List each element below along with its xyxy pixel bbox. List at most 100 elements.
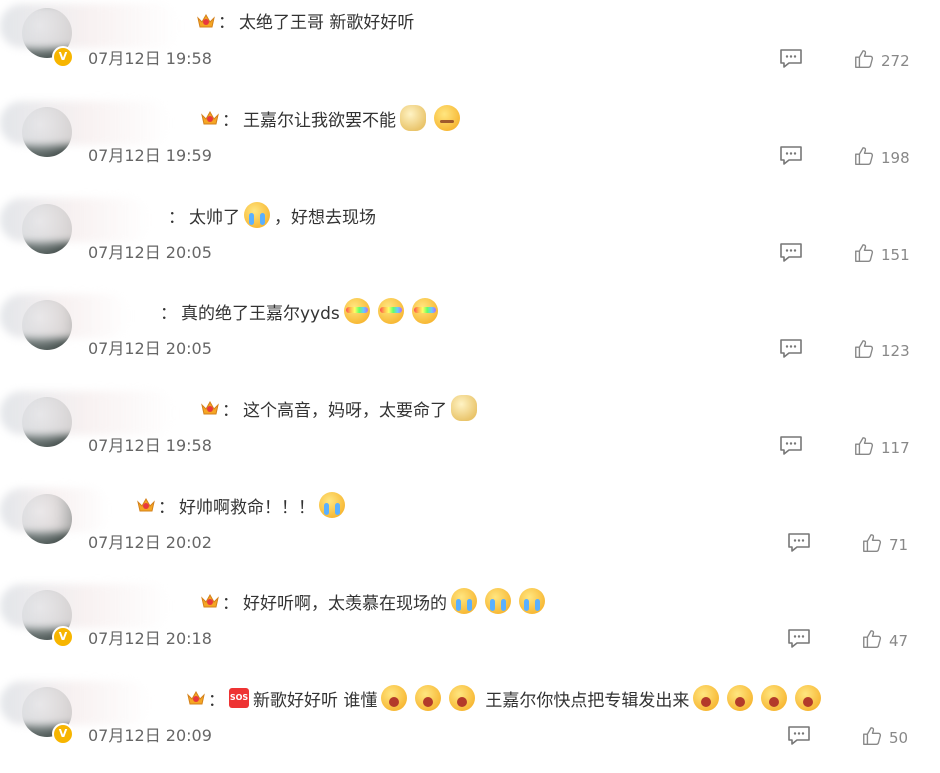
cry-emoji-icon — [244, 202, 270, 228]
username-redacted[interactable] — [0, 4, 180, 48]
comment-body: 这个高音，妈呀，太要命了 — [243, 400, 447, 421]
username-redacted[interactable] — [0, 198, 150, 242]
comment-timestamp: 07月12日 20:02 — [88, 533, 212, 552]
smirk-emoji-icon — [434, 105, 460, 131]
colon-separator: ： — [222, 400, 239, 421]
colon-separator: ： — [208, 690, 225, 711]
sos-icon: SOS — [229, 688, 249, 708]
comment-text: ：好好听啊，太羡慕在现场的 — [200, 588, 549, 614]
like-button[interactable]: 151 — [853, 242, 910, 268]
thumbs-up-icon — [853, 242, 875, 268]
like-button[interactable]: 123 — [853, 338, 910, 364]
comment-text: ：这个高音，妈呀，太要命了 — [200, 395, 481, 421]
comment-item: V ： SOS 新歌好好听 谁懂 王嘉尔你快点把专辑发出来 07月12日 20:09 50 — [0, 677, 940, 773]
thumbs-up-icon — [853, 48, 875, 74]
comment-text: ：太绝了王哥 新歌好好听 — [196, 8, 414, 33]
fan-crown-icon — [200, 399, 220, 417]
reply-comment-icon[interactable] — [779, 48, 803, 70]
comment-timestamp: 07月12日 20:05 — [88, 243, 212, 262]
comment-body: 真的绝了王嘉尔yyds — [181, 303, 340, 324]
comment-body: 太帅了 — [189, 207, 240, 228]
fan-crown-icon — [200, 109, 220, 127]
scream-emoji-icon — [415, 685, 442, 711]
colon-separator: ： — [168, 207, 185, 228]
comment-item: ：真的绝了王嘉尔yyds 07月12日 20:05 123 — [0, 290, 940, 386]
fan-crown-icon — [196, 12, 216, 30]
like-button[interactable]: 71 — [861, 532, 908, 558]
verified-badge-icon: V — [52, 46, 74, 68]
reply-comment-icon[interactable] — [779, 338, 803, 360]
cry-emoji-icon — [485, 588, 511, 614]
comment-item: V ：太绝了王哥 新歌好好听 07月12日 19:58 272 — [0, 0, 940, 96]
comment-body: 新歌好好听 谁懂 — [253, 690, 378, 711]
username-redacted[interactable] — [0, 294, 130, 338]
scream-emoji-icon — [727, 685, 754, 711]
like-button[interactable]: 117 — [853, 435, 910, 461]
comment-text: ： SOS 新歌好好听 谁懂 王嘉尔你快点把专辑发出来 — [186, 685, 825, 711]
comment-text: ：好帅啊救命！！！ — [136, 492, 349, 518]
comment-body: 好帅啊救命！！！ — [179, 497, 315, 518]
like-button[interactable]: 47 — [861, 628, 908, 654]
colon-separator: ： — [160, 303, 177, 324]
like-button[interactable]: 272 — [853, 48, 910, 74]
like-button[interactable]: 50 — [861, 725, 908, 751]
comment-timestamp: 07月12日 19:58 — [88, 436, 212, 455]
like-count: 50 — [889, 729, 909, 747]
reply-comment-icon[interactable] — [779, 242, 803, 264]
username-redacted[interactable] — [0, 101, 170, 145]
reply-comment-icon[interactable] — [787, 532, 811, 554]
reply-comment-icon[interactable] — [779, 145, 803, 167]
comment-body-continuation: 王嘉尔你快点把专辑发出来 — [485, 690, 690, 711]
like-count: 123 — [881, 342, 910, 360]
verified-badge-icon: V — [52, 723, 74, 745]
username-redacted[interactable] — [0, 584, 170, 628]
colon-separator: ： — [158, 497, 175, 518]
thumbs-up-icon — [861, 725, 883, 751]
thumbs-up-icon — [861, 628, 883, 654]
username-redacted[interactable] — [0, 488, 110, 532]
fan-crown-icon — [200, 592, 220, 610]
comment-body-suffix: ，好想去现场 — [274, 207, 376, 228]
comment-item: ：太帅了 ，好想去现场 07月12日 20:05 151 — [0, 194, 940, 290]
doge-emoji-icon — [400, 105, 426, 131]
fan-crown-icon — [186, 689, 206, 707]
comment-body: 太绝了王哥 新歌好好听 — [239, 13, 415, 33]
like-button[interactable]: 198 — [853, 145, 910, 171]
reply-comment-icon[interactable] — [787, 725, 811, 747]
verified-badge-icon: V — [52, 626, 74, 648]
comment-body: 好好听啊，太羡慕在现场的 — [243, 593, 447, 614]
like-count: 272 — [881, 52, 910, 70]
comment-text: ：真的绝了王嘉尔yyds — [160, 298, 442, 324]
comment-item: ：王嘉尔让我欲罢不能 07月12日 19:59 198 — [0, 97, 940, 193]
rainbow-emoji-icon — [411, 298, 438, 324]
like-count: 198 — [881, 149, 910, 167]
like-count: 71 — [889, 536, 909, 554]
cry-emoji-icon — [319, 492, 345, 518]
thumbs-up-icon — [853, 435, 875, 461]
username-redacted[interactable] — [0, 681, 150, 725]
username-redacted[interactable] — [0, 391, 175, 435]
doge-emoji-icon — [451, 395, 477, 421]
comment-text: ：王嘉尔让我欲罢不能 — [200, 105, 464, 131]
comment-item: ：这个高音，妈呀，太要命了 07月12日 19:58 117 — [0, 387, 940, 483]
colon-separator: ： — [222, 593, 239, 614]
like-count: 117 — [881, 439, 910, 457]
reply-comment-icon[interactable] — [779, 435, 803, 457]
thumbs-up-icon — [853, 338, 875, 364]
scream-emoji-icon — [449, 685, 476, 711]
thumbs-up-icon — [861, 532, 883, 558]
rainbow-emoji-icon — [343, 298, 370, 324]
rainbow-emoji-icon — [377, 298, 404, 324]
thumbs-up-icon — [853, 145, 875, 171]
scream-emoji-icon — [761, 685, 788, 711]
comment-timestamp: 07月12日 20:18 — [88, 629, 212, 648]
comment-item: ：好帅啊救命！！！ 07月12日 20:02 71 — [0, 484, 940, 580]
fan-crown-icon — [136, 496, 156, 514]
cry-emoji-icon — [451, 588, 477, 614]
reply-comment-icon[interactable] — [787, 628, 811, 650]
comment-timestamp: 07月12日 20:05 — [88, 339, 212, 358]
cry-emoji-icon — [519, 588, 545, 614]
comment-timestamp: 07月12日 19:59 — [88, 146, 212, 165]
like-count: 47 — [889, 632, 909, 650]
scream-emoji-icon — [795, 685, 822, 711]
